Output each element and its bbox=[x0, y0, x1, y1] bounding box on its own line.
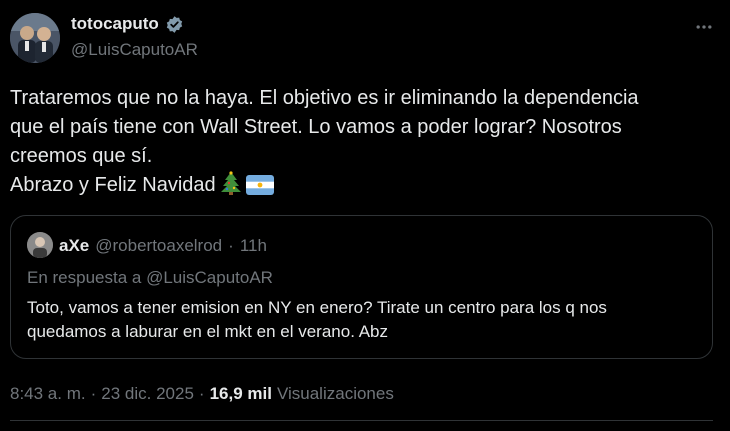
separator-dot: · bbox=[198, 384, 205, 403]
quote-author-name[interactable]: aXe bbox=[59, 236, 89, 256]
separator-dot: · bbox=[228, 236, 234, 255]
tweet-line: Abrazo y Feliz Navidad bbox=[10, 174, 216, 196]
quote-timestamp[interactable]: 11h bbox=[240, 236, 267, 256]
profile-photo bbox=[27, 232, 53, 258]
quote-line: Toto, vamos a tener emision en NY en ene… bbox=[27, 298, 607, 317]
tweet-line: que el país tiene con Wall Street. Lo va… bbox=[10, 116, 622, 138]
author-handle[interactable]: @LuisCaputoAR bbox=[71, 40, 198, 60]
divider bbox=[10, 420, 713, 421]
author-name[interactable]: totocaputo bbox=[71, 14, 159, 34]
author-avatar[interactable] bbox=[10, 13, 60, 63]
tweet-line: Trataremos que no la haya. El objetivo e… bbox=[10, 87, 639, 109]
tweet-time[interactable]: 8:43 a. m. bbox=[10, 384, 86, 404]
verified-badge-icon[interactable] bbox=[165, 15, 184, 34]
tweet-line-last: Abrazo y Feliz Navidad bbox=[10, 171, 710, 204]
argentina-flag-icon bbox=[245, 175, 274, 204]
quote-text: Toto, vamos a tener emision en NY en ene… bbox=[27, 296, 697, 344]
reply-context: En respuesta a @LuisCaputoAR bbox=[27, 268, 273, 287]
tweet-date[interactable]: 23 dic. 2025 bbox=[101, 384, 194, 404]
tweet-metadata: 8:43 a. m. · 23 dic. 2025 · 16,9 mil Vis… bbox=[10, 384, 394, 404]
quoted-tweet[interactable]: aXe @robertoaxelrod · 11h En respuesta a… bbox=[10, 215, 713, 359]
quote-avatar[interactable] bbox=[27, 232, 53, 258]
views-count: 16,9 mil bbox=[209, 384, 272, 403]
separator-dot: · bbox=[90, 384, 97, 403]
tweet-text: Trataremos que no la haya. El objetivo e… bbox=[10, 84, 710, 204]
views-label: Visualizaciones bbox=[276, 384, 394, 403]
profile-photo bbox=[10, 13, 60, 63]
quote-line: quedamos a laburar en el mkt en el veran… bbox=[27, 322, 388, 341]
more-options-button[interactable] bbox=[690, 13, 718, 41]
more-horizontal-icon bbox=[696, 25, 712, 29]
christmas-tree-icon bbox=[220, 171, 242, 204]
tweet-line: creemos que sí. bbox=[10, 145, 153, 167]
quote-author-handle[interactable]: @robertoaxelrod bbox=[95, 236, 222, 256]
